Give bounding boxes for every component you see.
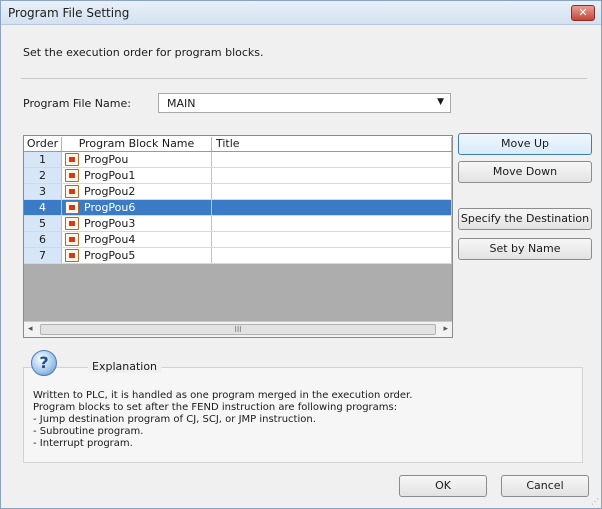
block-name-cell: ProgPou1 — [62, 168, 212, 183]
program-block-icon — [65, 185, 79, 198]
order-cell: 4 — [24, 200, 62, 215]
column-header-block-name[interactable]: Program Block Name — [62, 137, 212, 151]
scroll-thumb[interactable]: III — [40, 324, 436, 335]
specify-destination-button[interactable]: Specify the Destination — [458, 208, 592, 230]
table-row[interactable]: 2 ProgPou1 — [24, 168, 452, 184]
window-title: Program File Setting — [8, 6, 130, 20]
table-row[interactable]: 3 ProgPou2 — [24, 184, 452, 200]
program-file-label: Program File Name: — [23, 97, 131, 110]
block-name: ProgPou1 — [84, 169, 136, 182]
program-block-table[interactable]: Order Program Block Name Title 1 ProgPou… — [23, 135, 453, 338]
ok-button[interactable]: OK — [399, 475, 487, 497]
title-cell[interactable] — [212, 216, 452, 231]
column-header-order[interactable]: Order — [24, 137, 62, 151]
table-row[interactable]: 6 ProgPou4 — [24, 232, 452, 248]
scroll-left-icon[interactable]: ◂ — [28, 324, 33, 334]
program-file-select[interactable]: MAIN ▼ — [158, 93, 451, 113]
horizontal-scrollbar[interactable]: ◂ III ▸ — [24, 321, 452, 337]
scroll-right-icon[interactable]: ▸ — [443, 324, 448, 334]
block-name: ProgPou4 — [84, 233, 136, 246]
title-cell[interactable] — [212, 168, 452, 183]
explanation-title: Explanation — [88, 360, 162, 373]
table-row-selected[interactable]: 4 ProgPou6 — [24, 200, 452, 216]
cancel-button[interactable]: Cancel — [501, 475, 589, 497]
resize-grip-icon[interactable]: ⋰ — [591, 497, 599, 506]
close-icon: ✕ — [578, 6, 588, 19]
order-cell: 7 — [24, 248, 62, 263]
order-cell: 2 — [24, 168, 62, 183]
move-up-button[interactable]: Move Up — [458, 133, 592, 155]
chevron-down-icon: ▼ — [437, 97, 444, 107]
block-name-cell: ProgPou6 — [62, 200, 212, 215]
block-name: ProgPou6 — [84, 201, 136, 214]
explanation-line: - Jump destination program of CJ, SCJ, o… — [33, 414, 316, 425]
move-down-button[interactable]: Move Down — [458, 161, 592, 183]
order-cell: 6 — [24, 232, 62, 247]
title-bar: Program File Setting ✕ — [1, 1, 601, 25]
table-header: Order Program Block Name Title — [24, 136, 452, 152]
title-cell[interactable] — [212, 232, 452, 247]
block-name-cell: ProgPou3 — [62, 216, 212, 231]
explanation-text: Written to PLC, it is handled as one pro… — [33, 390, 412, 450]
program-block-icon — [65, 249, 79, 262]
program-block-icon — [65, 233, 79, 246]
block-name: ProgPou3 — [84, 217, 136, 230]
title-cell[interactable] — [212, 248, 452, 263]
order-cell: 3 — [24, 184, 62, 199]
order-cell: 5 — [24, 216, 62, 231]
block-name: ProgPou5 — [84, 249, 136, 262]
program-block-icon — [65, 201, 79, 214]
explanation-line: - Subroutine program. — [33, 426, 144, 437]
table-row[interactable]: 1 ProgPou — [24, 152, 452, 168]
block-name: ProgPou2 — [84, 185, 136, 198]
close-button[interactable]: ✕ — [571, 5, 595, 21]
block-name-cell: ProgPou — [62, 152, 212, 167]
table-row[interactable]: 5 ProgPou3 — [24, 216, 452, 232]
explanation-line: Written to PLC, it is handled as one pro… — [33, 390, 413, 401]
title-cell[interactable] — [212, 184, 452, 199]
program-file-value: MAIN — [167, 97, 196, 110]
block-name-cell: ProgPou4 — [62, 232, 212, 247]
program-block-icon — [65, 169, 79, 182]
explanation-line: Program blocks to set after the FEND ins… — [33, 402, 398, 413]
block-name-cell: ProgPou5 — [62, 248, 212, 263]
separator — [21, 78, 587, 79]
instruction-text: Set the execution order for program bloc… — [23, 46, 264, 59]
table-row[interactable]: 7 ProgPou5 — [24, 248, 452, 264]
set-by-name-button[interactable]: Set by Name — [458, 238, 592, 260]
block-name-cell: ProgPou2 — [62, 184, 212, 199]
block-name: ProgPou — [84, 153, 129, 166]
program-block-icon — [65, 217, 79, 230]
column-header-title[interactable]: Title — [212, 137, 452, 151]
order-cell: 1 — [24, 152, 62, 167]
explanation-line: - Interrupt program. — [33, 438, 133, 449]
title-cell[interactable] — [212, 200, 452, 215]
question-icon: ? — [31, 350, 57, 376]
program-file-setting-dialog: Program File Setting ✕ Set the execution… — [0, 0, 602, 509]
program-block-icon — [65, 153, 79, 166]
title-cell[interactable] — [212, 152, 452, 167]
